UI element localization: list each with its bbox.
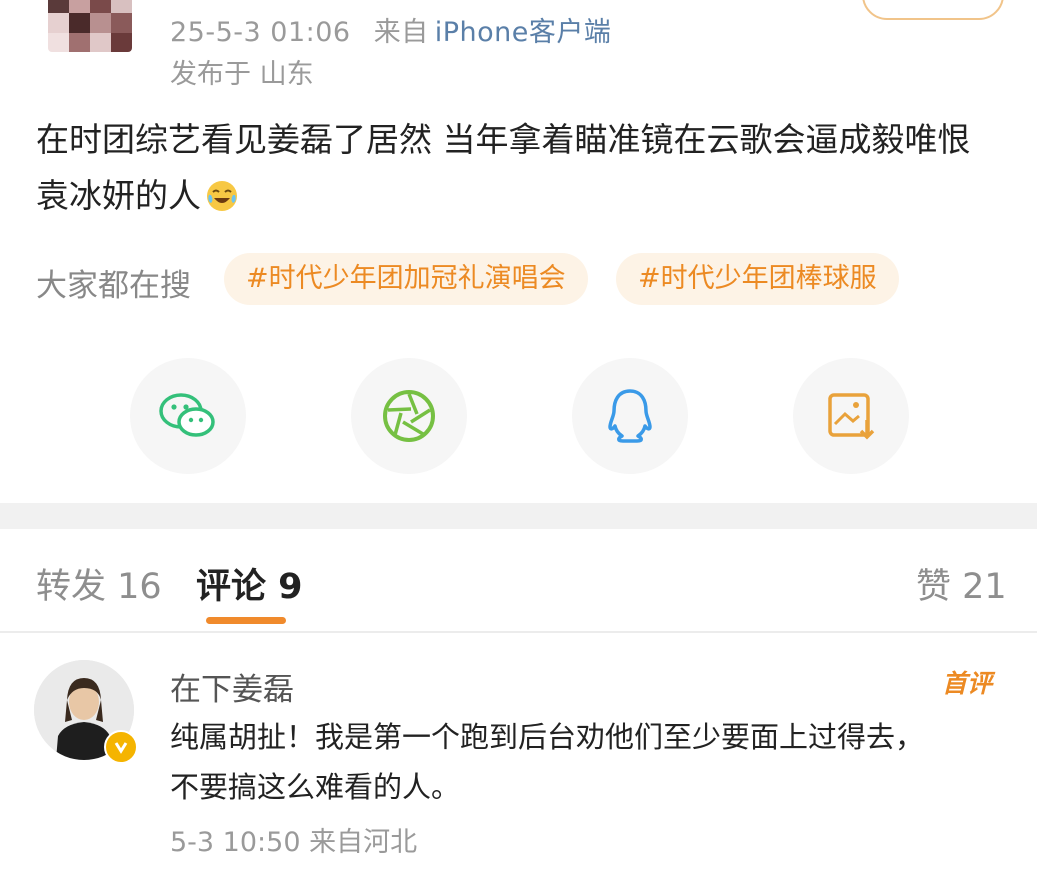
hot-search-label: 大家都在搜	[36, 268, 191, 304]
section-divider	[0, 503, 1037, 529]
follow-button[interactable]	[862, 0, 1004, 20]
post-meta: 25-5-3 01:06 来自 iPhone客户端	[170, 10, 611, 49]
post-text-line: 袁冰妍的人	[36, 168, 1016, 224]
hot-search-tag[interactable]: #时代少年团棒球服	[616, 253, 899, 305]
tab-reposts[interactable]: 转发 16	[36, 558, 162, 609]
post-time: 25-5-3 01:06	[170, 17, 351, 48]
wechat-icon	[159, 393, 215, 437]
qq-icon	[608, 389, 652, 443]
share-qq-button[interactable]	[572, 358, 688, 474]
active-tab-indicator	[206, 617, 286, 624]
verified-badge-icon	[104, 730, 138, 764]
commenter-name[interactable]: 在下姜磊	[170, 664, 294, 709]
post-body: 在时团综艺看见姜磊了居然 当年拿着瞄准镜在云歌会逼成毅唯恨 袁冰妍的人	[36, 112, 1016, 224]
save-image-button[interactable]	[793, 358, 909, 474]
laughing-crying-emoji-icon	[207, 181, 237, 211]
tabs-divider	[0, 631, 1037, 633]
comment-meta: 5-3 10:50 来自河北	[170, 827, 418, 858]
source-prefix: 来自	[373, 17, 429, 48]
post-text-line: 在时团综艺看见姜磊了居然 当年拿着瞄准镜在云歌会逼成毅唯恨	[36, 120, 971, 159]
save-image-icon	[828, 393, 875, 440]
hot-search-tag[interactable]: #时代少年团加冠礼演唱会	[224, 253, 588, 305]
tab-likes[interactable]: 赞 21	[916, 558, 1007, 609]
comment-text: 纯属胡扯！我是第一个跑到后台劝他们至少要面上过得去， 不要搞这么难看的人。	[170, 712, 1000, 812]
post-source[interactable]: iPhone客户端	[435, 17, 612, 48]
comment-text-line: 不要搞这么难看的人。	[170, 770, 461, 804]
tab-comments[interactable]: 评论 9	[196, 558, 303, 609]
moments-icon	[383, 390, 435, 442]
poster-avatar[interactable]	[48, 0, 132, 52]
first-comment-badge: 首评	[942, 669, 993, 698]
share-moments-button[interactable]	[351, 358, 467, 474]
share-wechat-button[interactable]	[130, 358, 246, 474]
comment-text-line: 纯属胡扯！我是第一个跑到后台劝他们至少要面上过得去，	[170, 720, 925, 754]
post-location: 发布于 山东	[170, 59, 314, 90]
